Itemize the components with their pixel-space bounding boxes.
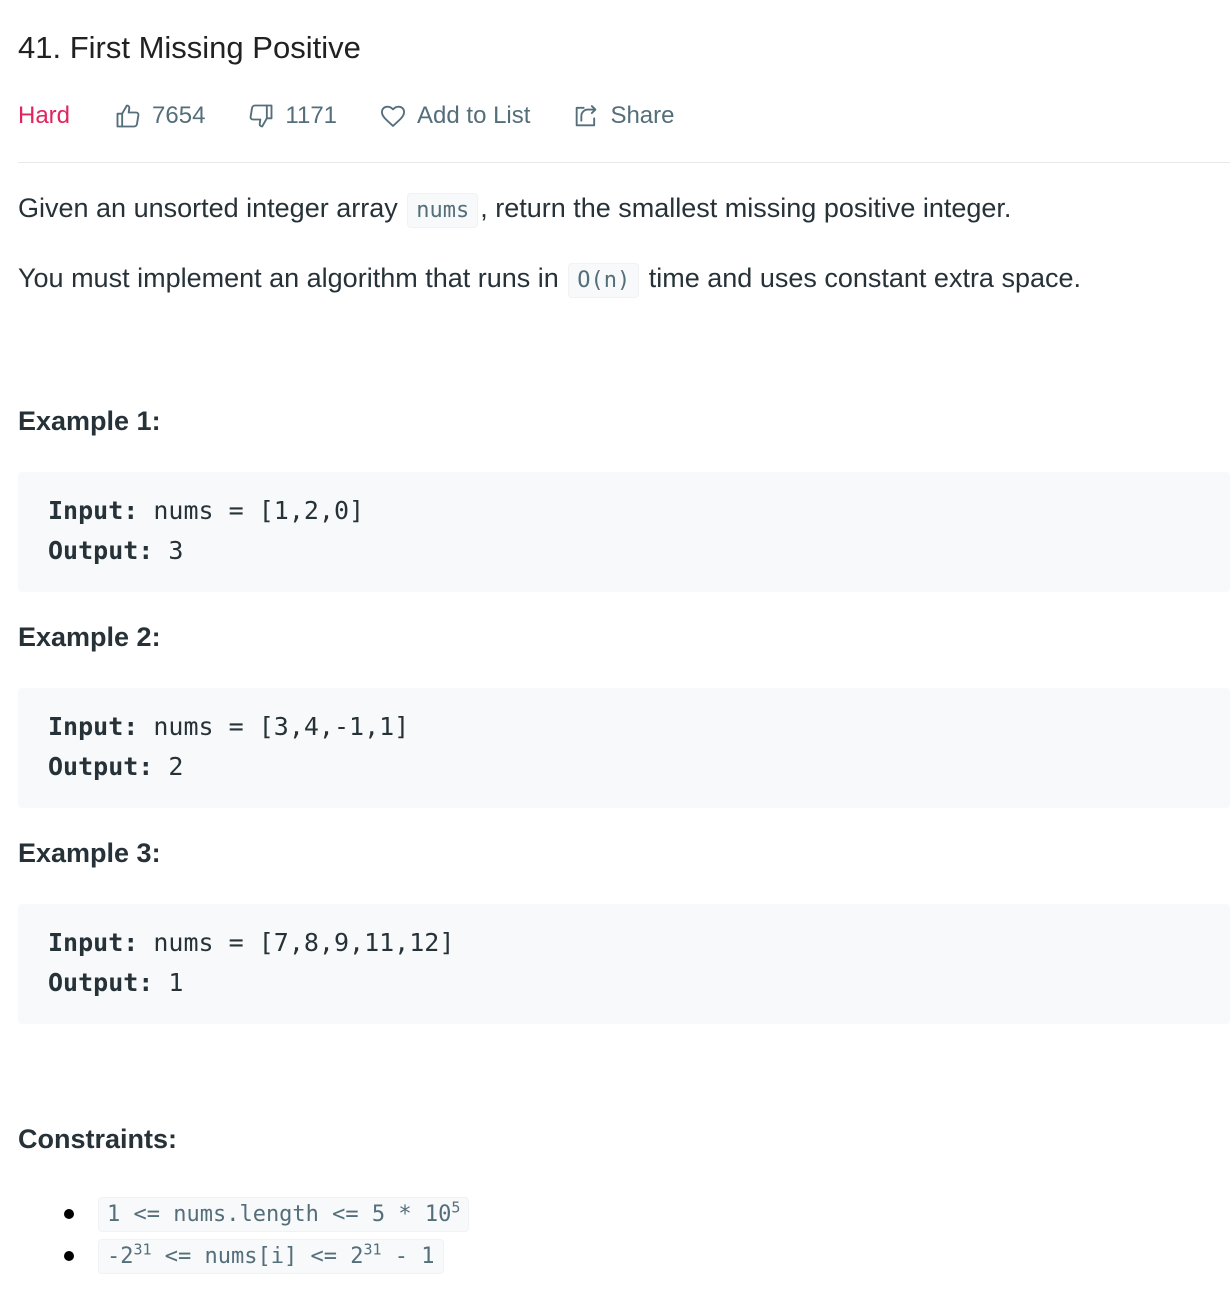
- output-value: 2: [153, 752, 184, 781]
- dislike-count: 1171: [285, 102, 338, 129]
- thumbs-down-icon: [250, 104, 273, 128]
- constraint-text: -2: [107, 1243, 134, 1269]
- output-label: Output:: [48, 752, 154, 781]
- output-label: Output:: [48, 536, 154, 565]
- input-value: nums = [7,8,9,11,12]: [138, 928, 455, 957]
- example-output-line: Output: 2: [48, 752, 183, 781]
- example-2-codeblock: Input: nums = [3,4,-1,1] Output: 2: [18, 688, 1230, 808]
- share-button[interactable]: Share: [572, 102, 674, 130]
- input-label: Input:: [48, 712, 139, 741]
- add-to-list-label: Add to List: [417, 102, 531, 129]
- dislike-button[interactable]: 1171: [247, 102, 337, 130]
- constraint-text: - 1: [381, 1243, 435, 1269]
- like-button[interactable]: 7654: [114, 102, 205, 130]
- header-divider: [18, 162, 1230, 163]
- inline-code-complexity: O(n): [568, 263, 640, 298]
- like-count: 7654: [152, 102, 206, 129]
- constraint-exponent: 31: [133, 1240, 152, 1259]
- output-value: 1: [153, 968, 184, 997]
- problem-meta-bar: Hard 7654 1171 Add to List Share: [18, 96, 1230, 136]
- description-paragraph-2: You must implement an algorithm that run…: [18, 263, 1082, 298]
- example-1-title: Example 1:: [18, 406, 161, 436]
- add-to-list-button[interactable]: Add to List: [379, 102, 530, 130]
- description-paragraph-1: Given an unsorted integer array nums, re…: [18, 193, 1012, 228]
- example-3-codeblock: Input: nums = [7,8,9,11,12] Output: 1: [18, 904, 1230, 1024]
- example-input-line: Input: nums = [7,8,9,11,12]: [48, 928, 454, 957]
- example-output-line: Output: 3: [48, 536, 183, 565]
- constraint-text: 1 <= nums.length <= 5 * 10: [107, 1201, 452, 1227]
- bullet-icon: [64, 1251, 74, 1261]
- constraint-text: <= nums[i] <= 2: [151, 1243, 364, 1269]
- constraint-exponent: 5: [451, 1198, 461, 1217]
- constraint-exponent: 31: [363, 1240, 382, 1259]
- input-label: Input:: [48, 928, 139, 957]
- constraint-code: 1 <= nums.length <= 5 * 105: [98, 1196, 470, 1232]
- description-text: time and uses constant extra space.: [641, 263, 1082, 293]
- constraint-code: -231 <= nums[i] <= 231 - 1: [98, 1238, 444, 1274]
- description-text: , return the smallest missing positive i…: [480, 193, 1012, 223]
- problem-title: 41. First Missing Positive: [18, 30, 361, 65]
- heart-icon: [381, 105, 406, 127]
- output-label: Output:: [48, 968, 154, 997]
- input-value: nums = [3,4,-1,1]: [138, 712, 410, 741]
- example-1-codeblock: Input: nums = [1,2,0] Output: 3: [18, 472, 1230, 592]
- example-2-title: Example 2:: [18, 622, 161, 652]
- inline-code-nums: nums: [407, 193, 479, 228]
- thumbs-up-icon: [116, 104, 140, 128]
- description-text: Given an unsorted integer array: [18, 193, 406, 223]
- example-3-title: Example 3:: [18, 838, 161, 868]
- description-text: You must implement an algorithm that run…: [18, 263, 567, 293]
- example-input-line: Input: nums = [1,2,0]: [48, 496, 364, 525]
- example-output-line: Output: 1: [48, 968, 183, 997]
- share-icon: [576, 105, 597, 127]
- difficulty-badge: Hard: [18, 102, 71, 129]
- bullet-icon: [64, 1209, 74, 1219]
- constraints-title: Constraints:: [18, 1124, 178, 1154]
- output-value: 3: [153, 536, 184, 565]
- input-label: Input:: [48, 496, 139, 525]
- input-value: nums = [1,2,0]: [138, 496, 365, 525]
- share-label: Share: [610, 102, 675, 129]
- example-input-line: Input: nums = [3,4,-1,1]: [48, 712, 409, 741]
